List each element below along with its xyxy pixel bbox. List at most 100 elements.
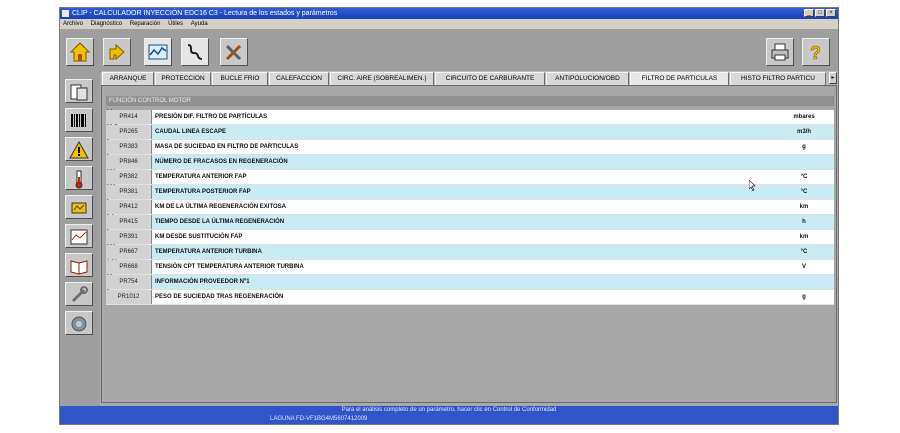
parameter-unit: mbares xyxy=(793,114,815,120)
parameters-panel: FUNCIÓN CONTROL MOTOR PR414 PRESIÓN DIF. … xyxy=(101,85,837,403)
table-row[interactable]: PR381TEMPERATURA POSTERIOR FAP200°C xyxy=(106,185,834,200)
vehicle-docs-icon xyxy=(70,84,88,101)
parameter-label: INFORMACIÓN PROVEEDOR Nº1 xyxy=(155,279,250,285)
parameter-code[interactable]: PR415 xyxy=(106,215,152,229)
parameter-code[interactable]: PR667 xyxy=(106,245,152,259)
table-row[interactable]: PR265CAUDAL LINEA ESCAPE26.5m3/h xyxy=(106,125,834,140)
tab-circ-aire[interactable]: CIRC. AIRE (SOBREALIMEN.) xyxy=(330,72,434,85)
probe-icon xyxy=(187,44,203,60)
parameter-label: CAUDAL LINEA ESCAPE xyxy=(155,129,227,135)
table-row[interactable]: PR391KM DESDE SUSTITUCIÓN FAP0km xyxy=(106,230,834,245)
help-icon: ? xyxy=(810,43,822,63)
parameter-code[interactable]: PR754 xyxy=(106,275,152,289)
parameter-code[interactable]: PR265 xyxy=(106,125,152,139)
parameter-label: KM DE LA ÚLTIMA REGENERACIÓN EXITOSA xyxy=(155,204,287,210)
parameter-unit: °C xyxy=(800,174,808,180)
measure-button[interactable] xyxy=(144,38,172,66)
table-row[interactable]: PR846NÚMERO DE FRACASOS EN REGENERACIÓN0 xyxy=(106,155,834,170)
tab-filtro-particulas[interactable]: FILTRO DE PARTICULAS xyxy=(630,72,729,85)
parameter-label: TEMPERATURA ANTERIOR TURBINA xyxy=(155,249,262,255)
table-row[interactable]: PR754INFORMACIÓN PROVEEDOR Nº120 xyxy=(106,275,834,290)
probe-button[interactable] xyxy=(181,38,209,66)
home-button[interactable] xyxy=(66,38,94,66)
table-row[interactable]: PR412 KM DE LA ÚLTIMA REGENERACIÓN EXITOS… xyxy=(106,200,834,215)
tab-scroll-right-button[interactable]: ▸ xyxy=(829,72,837,84)
parameter-unit: °C xyxy=(800,249,808,255)
toolbar: ? xyxy=(60,29,838,72)
sidebar xyxy=(60,71,100,424)
tools-button[interactable] xyxy=(220,38,248,66)
parameter-unit: g xyxy=(802,294,806,300)
back-button[interactable] xyxy=(103,38,131,66)
tab-circuito-carburante[interactable]: CIRCUITO DE CARBURANTE xyxy=(435,72,545,85)
table-row[interactable]: PR415 TIEMPO DESDE LA ÚLTIMA REGENERACIÓN… xyxy=(106,215,834,230)
graph-button[interactable] xyxy=(65,224,93,248)
parameter-code[interactable]: PR1012 xyxy=(106,290,152,304)
parameter-unit: km xyxy=(799,234,809,240)
parameter-unit: V xyxy=(801,264,806,270)
wrench-icon xyxy=(71,286,88,303)
table-row[interactable]: PR668 TENSIÓN CPT TEMPERATURA ANTERIOR TU… xyxy=(106,260,834,275)
menu-utiles[interactable]: Útiles xyxy=(168,21,183,27)
help-button[interactable]: ? xyxy=(802,38,830,66)
window-title: CLIP - CALCULADOR INYECCIÓN EDC16 C3 - L… xyxy=(72,10,338,17)
tab-proteccion[interactable]: PROTECCION xyxy=(155,72,211,85)
book-button[interactable] xyxy=(65,253,93,277)
tab-calefaccion[interactable]: CALEFACCION xyxy=(269,72,329,85)
parameter-label: PESO DE SUCIEDAD TRAS REGENERACIÓN xyxy=(155,294,284,300)
menu-reparacion[interactable]: Reparación xyxy=(130,21,161,27)
tab-histo-filtro[interactable]: HISTO FILTRO PARTICU xyxy=(730,72,826,85)
menu-archivo[interactable]: Archivo xyxy=(63,21,83,27)
parameter-unit: km xyxy=(799,204,809,210)
thermometer-icon xyxy=(75,170,83,189)
close-button[interactable]: × xyxy=(826,9,836,17)
barcode-icon xyxy=(71,114,86,127)
application-window: CLIP - CALCULADOR INYECCIÓN EDC16 C3 - L… xyxy=(59,7,839,425)
tab-bar: ARRANQUE PROTECCION BUCLE FRIO CALEFACCI… xyxy=(101,71,838,85)
parameter-unit: g xyxy=(802,144,806,150)
maximize-button[interactable]: □ xyxy=(815,9,825,17)
tab-arranque[interactable]: ARRANQUE xyxy=(102,72,154,85)
status-vehicle: LAGUNA FD-VF1BG4M5607412009 xyxy=(270,416,368,422)
parameter-code[interactable]: PR383 xyxy=(106,140,152,154)
parameter-code[interactable]: PR382 xyxy=(106,170,152,184)
parameters-table: PR414PRESIÓN DIF. FILTRO DE PARTÍCULAS14… xyxy=(106,110,834,305)
table-row[interactable]: PR383 MASA DE SUCIEDAD EN FILTRO DE PARTI… xyxy=(106,140,834,155)
title-bar: CLIP - CALCULADOR INYECCIÓN EDC16 C3 - L… xyxy=(60,8,838,19)
parameter-code[interactable]: PR668 xyxy=(106,260,152,274)
chip-button[interactable] xyxy=(65,195,93,219)
parameter-code[interactable]: PR414 xyxy=(106,110,152,124)
app-icon xyxy=(62,10,69,17)
chip-icon xyxy=(71,202,87,214)
status-hint: Para el análisis completo de un parámetr… xyxy=(341,407,557,413)
thermometer-button[interactable] xyxy=(65,166,93,190)
gear-button[interactable] xyxy=(65,311,93,335)
warning-button[interactable] xyxy=(65,137,93,161)
parameter-unit: °C xyxy=(800,189,808,195)
parameter-label: MASA DE SUCIEDAD EN FILTRO DE PARTICULAS xyxy=(155,144,299,150)
table-row[interactable]: PR382TEMPERATURA ANTERIOR FAP193°C xyxy=(106,170,834,185)
parameter-label: KM DESDE SUSTITUCIÓN FAP xyxy=(155,234,243,240)
home-icon xyxy=(69,42,91,62)
book-icon xyxy=(70,260,88,275)
parameter-code[interactable]: PR391 xyxy=(106,230,152,244)
parameter-label: TEMPERATURA ANTERIOR FAP xyxy=(155,174,247,180)
table-row[interactable]: PR414PRESIÓN DIF. FILTRO DE PARTÍCULAS14… xyxy=(106,110,834,125)
parameter-label: NÚMERO DE FRACASOS EN REGENERACIÓN xyxy=(155,159,288,165)
table-row[interactable]: PR1012 PESO DE SUCIEDAD TRAS REGENERACIÓN… xyxy=(106,290,834,305)
menu-ayuda[interactable]: Ayuda xyxy=(191,21,208,27)
parameter-code[interactable]: PR412 xyxy=(106,200,152,214)
print-button[interactable] xyxy=(766,38,794,66)
parameter-code[interactable]: PR381 xyxy=(106,185,152,199)
menu-diagnostico[interactable]: Diagnóstico xyxy=(91,21,122,27)
table-row[interactable]: PR667TEMPERATURA ANTERIOR TURBINA200°C xyxy=(106,245,834,260)
parameter-code[interactable]: PR846 xyxy=(106,155,152,169)
status-bar: Para el análisis completo de un parámetr… xyxy=(60,406,838,424)
wrench-button[interactable] xyxy=(65,282,93,306)
warning-icon xyxy=(69,140,89,159)
barcode-button[interactable] xyxy=(65,108,93,132)
minimize-button[interactable]: _ xyxy=(804,9,814,17)
vehicle-docs-button[interactable] xyxy=(65,79,93,103)
tab-antipolucion-obd[interactable]: ANTIPOLUCION/OBD xyxy=(546,72,629,85)
tab-bucle-frio[interactable]: BUCLE FRIO xyxy=(212,72,268,85)
